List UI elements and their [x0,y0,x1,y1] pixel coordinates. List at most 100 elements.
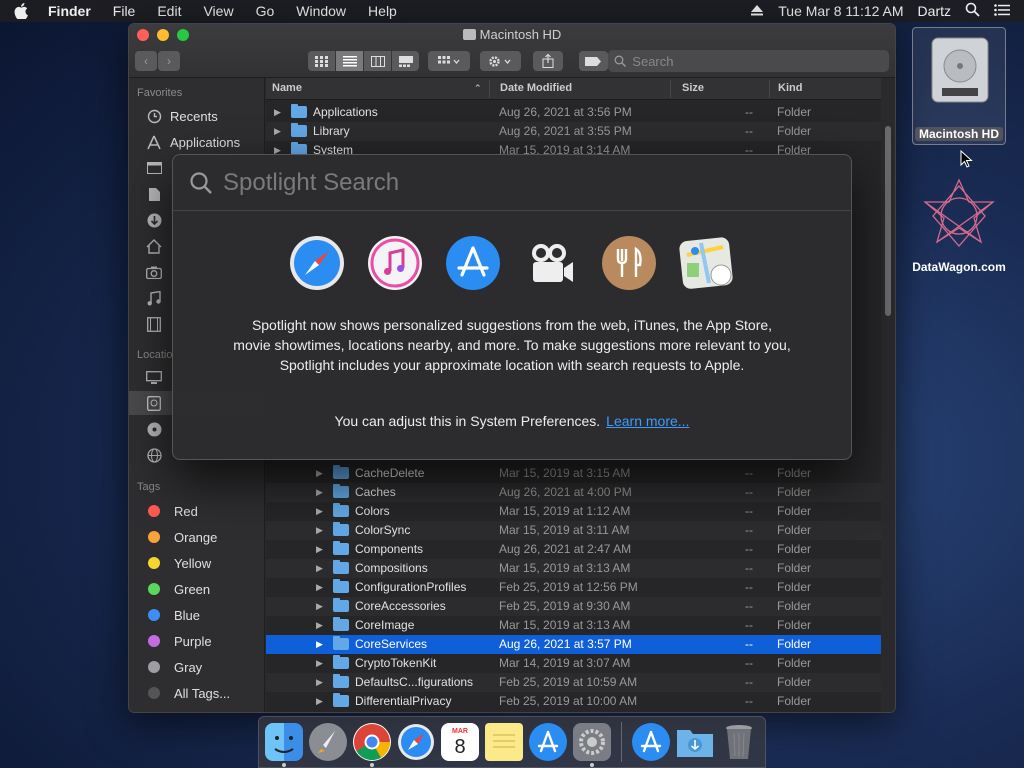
spotlight-message: Spotlight now shows personalized suggest… [233,317,791,373]
table-row[interactable]: ▶ CryptoTokenKit Mar 14, 2019 at 3:07 AM --… [266,654,881,673]
row-kind: Folder [777,504,812,518]
row-kind: Folder [777,694,812,708]
disclosure-triangle-icon[interactable]: ▶ [316,639,323,650]
disclosure-triangle-icon[interactable]: ▶ [316,620,323,631]
sidebar-tag-item[interactable]: Blue [129,603,265,627]
sidebar-tag-item[interactable]: Gray [129,655,265,679]
sidebar-tag-item[interactable]: Green [129,577,265,601]
sidebar-tag-item[interactable]: All Tags... [129,681,265,705]
calendar-icon[interactable]: MAR 8 [441,723,479,761]
tag-color-dot [148,609,160,621]
menu-edit[interactable]: Edit [157,3,181,19]
app-store-folder-icon[interactable] [632,723,670,761]
menu-help[interactable]: Help [368,3,397,19]
row-size: -- [745,504,753,518]
app-store-icon[interactable] [529,723,567,761]
menu-file[interactable]: File [113,3,136,19]
favorites-heading: Favorites [137,87,183,99]
desktop-hd-label: Macintosh HD [915,127,1003,141]
row-kind: Folder [777,656,812,670]
menu-view[interactable]: View [203,3,233,19]
table-row[interactable]: ▶ CacheDelete Mar 15, 2019 at 3:15 AM -- Fol… [266,464,881,483]
name-column-header[interactable]: Name [272,82,302,94]
share-button[interactable] [533,51,563,71]
tags-button[interactable] [578,51,609,71]
table-row[interactable]: ▶ Library Aug 26, 2021 at 3:55 PM -- Folder [266,122,881,141]
forward-button[interactable]: › [158,51,180,71]
table-row[interactable]: ▶ ColorSync Mar 15, 2019 at 3:11 AM -- Folde… [266,521,881,540]
menu-finder[interactable]: Finder [48,3,91,19]
disclosure-triangle-icon[interactable]: ▶ [316,677,323,688]
search-input[interactable]: Search [608,50,889,72]
menu-window[interactable]: Window [296,3,346,19]
list-view-button[interactable] [336,51,363,71]
table-row[interactable]: ▶ ConfigurationProfiles Feb 25, 2019 at 12… [266,578,881,597]
disclosure-triangle-icon[interactable]: ▶ [316,601,323,612]
desktop-datawagon[interactable]: DataWagon.com [904,176,1014,276]
trash-icon[interactable] [720,723,758,761]
sidebar-item-applications[interactable]: Applications [129,130,265,154]
folder-icon [333,465,349,479]
table-row[interactable]: ▶ Caches Aug 26, 2021 at 4:00 PM -- Folder [266,483,881,502]
disclosure-triangle-icon[interactable]: ▶ [316,506,323,517]
launchpad-icon[interactable] [309,723,347,761]
table-row[interactable]: ▶ CoreAccessories Feb 25, 2019 at 9:30 AM -… [266,597,881,616]
size-column-header[interactable]: Size [682,82,704,94]
row-name: Components [355,542,424,556]
downloads-folder-icon[interactable] [676,723,714,761]
finder-icon[interactable] [265,723,303,767]
disclosure-triangle-icon[interactable]: ▶ [274,126,281,137]
sidebar-tag-item[interactable]: Orange [129,525,265,549]
learn-more-link[interactable]: Learn more... [606,413,689,429]
disclosure-triangle-icon[interactable]: ▶ [316,525,323,536]
disclosure-triangle-icon[interactable]: ▶ [316,544,323,555]
notes-icon[interactable] [485,723,523,761]
eject-icon[interactable] [750,3,764,19]
sidebar-item-recents[interactable]: Recents [129,104,265,128]
kind-column-header[interactable]: Kind [778,82,802,94]
table-row[interactable]: ▶ Components Aug 26, 2021 at 2:47 AM -- Fold… [266,540,881,559]
table-row[interactable]: ▶ CoreImage Mar 15, 2019 at 3:13 AM -- Folde… [266,616,881,635]
disclosure-triangle-icon[interactable]: ▶ [316,696,323,707]
menu-go[interactable]: Go [256,3,275,19]
spotlight-menu-icon[interactable] [965,2,980,20]
sidebar-tag-label: Purple [174,633,212,649]
sidebar-tag-item[interactable]: Yellow [129,551,265,575]
disclosure-triangle-icon[interactable]: ▶ [274,107,281,118]
system-preferences-icon[interactable] [573,723,611,767]
notification-center-icon[interactable] [994,3,1010,19]
spotlight-search-input[interactable]: Spotlight Search [173,155,851,211]
menubar-user[interactable]: Dartz [918,3,951,19]
table-row[interactable]: ▶ CoreServices Aug 26, 2021 at 3:57 PM -- Fo… [266,635,881,654]
apple-menu-icon[interactable] [14,3,30,19]
table-row[interactable]: ▶ Compositions Mar 15, 2019 at 3:13 AM -- Fo… [266,559,881,578]
window-titlebar[interactable]: Macintosh HD ‹ › Search [129,24,895,78]
disclosure-triangle-icon[interactable]: ▶ [316,582,323,593]
desktop-macintosh-hd[interactable]: Macintosh HD [912,27,1006,145]
table-row[interactable]: ▶ Colors Mar 15, 2019 at 1:12 AM -- Folder [266,502,881,521]
column-view-button[interactable] [364,51,391,71]
disclosure-triangle-icon[interactable]: ▶ [316,658,323,669]
sidebar-tag-item[interactable]: Purple [129,629,265,653]
action-button[interactable] [479,51,521,71]
gallery-view-button[interactable] [392,51,419,71]
tag-icon [585,56,602,66]
row-date: Aug 26, 2021 at 4:00 PM [499,485,632,499]
disclosure-triangle-icon[interactable]: ▶ [316,468,323,479]
group-by-button[interactable] [428,51,470,71]
safari-icon[interactable] [397,723,435,761]
vertical-scrollbar[interactable] [881,78,895,712]
table-row[interactable]: ▶ Applications Aug 26, 2021 at 3:56 PM -- Fo… [266,103,881,122]
scrollbar-thumb[interactable] [885,126,891,316]
chrome-icon[interactable] [353,723,391,767]
disclosure-triangle-icon[interactable]: ▶ [316,563,323,574]
sidebar-tag-item[interactable]: Red [129,499,265,523]
menubar-clock[interactable]: Tue Mar 8 11:12 AM [778,3,903,19]
date-column-header[interactable]: Date Modified [500,82,572,94]
table-row[interactable]: ▶ DefaultsC...figurations Feb 25, 2019 at … [266,673,881,692]
table-row[interactable]: ▶ DifferentialPrivacy Feb 25, 2019 at 10:0… [266,692,881,711]
back-button[interactable]: ‹ [135,51,157,71]
disclosure-triangle-icon[interactable]: ▶ [316,487,323,498]
icon-view-button[interactable] [308,51,335,71]
sort-chevron-icon[interactable]: ⌃ [474,83,482,94]
